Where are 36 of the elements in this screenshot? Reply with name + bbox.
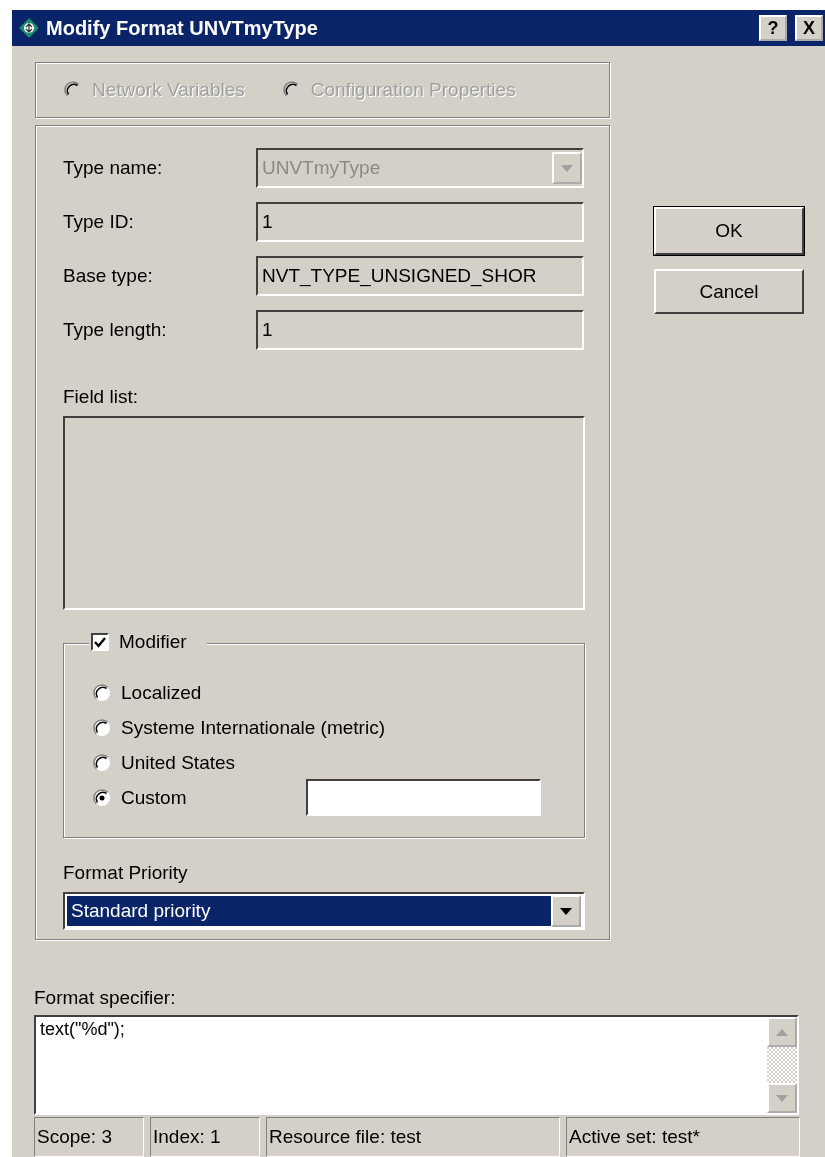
field-label: Type ID:: [63, 211, 135, 233]
check-icon: [94, 636, 106, 648]
window-title: Modify Format UNVTmyType: [46, 16, 319, 40]
checkbox[interactable]: [91, 633, 109, 651]
field-label: Format specifier:: [34, 987, 177, 1009]
caret-icon: [776, 1094, 788, 1102]
status-pane: Index: 1: [150, 1117, 260, 1157]
checkbox-label: Modifier: [119, 631, 187, 653]
close-button[interactable]: X: [795, 15, 823, 41]
status-pane: Active set: test*: [566, 1117, 800, 1157]
field-label: Base type:: [63, 265, 154, 287]
text-area[interactable]: text("%d");: [34, 1015, 799, 1115]
app-icon: [18, 17, 40, 39]
radio-label: Localized: [121, 681, 202, 704]
dropdown[interactable]: Standard priority: [63, 892, 585, 930]
status-pane: Scope: 3: [34, 1117, 144, 1157]
ok-button[interactable]: OK: [654, 207, 804, 255]
radio-button[interactable]: [93, 788, 111, 807]
caret-icon: [560, 907, 572, 915]
radio-label: United States: [121, 751, 236, 774]
cancel-button[interactable]: Cancel: [654, 269, 804, 314]
radio-label: Custom: [121, 786, 187, 809]
help-button[interactable]: ?: [759, 15, 787, 41]
field-label: Type name:: [63, 157, 164, 179]
caret-icon: [561, 164, 573, 172]
field-label: Type length:: [63, 319, 168, 341]
radio-label: Systeme Internationale (metric): [121, 716, 385, 739]
scrollbar[interactable]: [767, 1017, 797, 1113]
input-field[interactable]: [306, 779, 542, 816]
status-pane: Resource file: test: [266, 1117, 560, 1157]
radio-button[interactable]: [93, 753, 111, 772]
radio-button[interactable]: [93, 683, 111, 702]
radio-button[interactable]: [93, 718, 111, 737]
caret-icon: [776, 1028, 788, 1036]
field-label: Format Priority: [63, 862, 189, 884]
field-list-label: Field list:: [63, 386, 139, 408]
